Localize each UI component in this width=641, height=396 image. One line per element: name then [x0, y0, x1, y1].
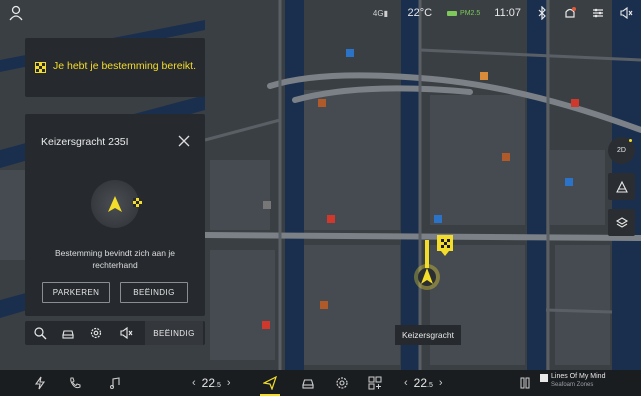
checkered-flag-icon	[133, 198, 142, 207]
track-artist: Seafoam Zones	[551, 382, 594, 388]
phone-icon[interactable]	[68, 376, 82, 390]
bottom-bar: ‹ 22.5 › ‹ 22.5 › Lines Of My Mind Seafo…	[0, 370, 641, 396]
destination-title: Keizersgracht 235I	[41, 136, 129, 148]
car-icon[interactable]	[301, 376, 315, 390]
destination-panel: Keizersgracht 235I Bestemming bevindt zi…	[25, 114, 205, 316]
car-icon	[447, 11, 458, 16]
destination-message-line: rechterhand	[92, 260, 138, 270]
gear-icon[interactable]	[89, 326, 103, 340]
vehicle-arrow-icon	[108, 196, 122, 212]
destination-side-message: Bestemming bevindt zich aan je rechterha…	[25, 247, 205, 271]
passenger-temperature-control: ‹ 22.5 ›	[404, 374, 443, 392]
energy-icon[interactable]	[33, 376, 47, 390]
chevron-right-icon[interactable]: ›	[439, 377, 443, 389]
status-bar: 4G ▮ 22°C PM2.5 11:07	[0, 0, 641, 26]
outside-temperature: 22°C	[407, 7, 433, 19]
chevron-left-icon[interactable]: ‹	[404, 377, 408, 389]
current-street-label: Keizersgracht	[395, 325, 461, 345]
end-navigation-button[interactable]: BEËINDIG	[120, 282, 188, 303]
mute-icon[interactable]	[119, 326, 133, 340]
view-mode-label: 2D	[617, 147, 626, 154]
album-art	[540, 374, 548, 382]
track-title: Lines Of My Mind	[551, 373, 606, 380]
close-icon[interactable]	[178, 135, 190, 147]
music-icon[interactable]	[108, 376, 122, 390]
compass-indicator	[629, 139, 632, 142]
settings-icon[interactable]	[591, 6, 605, 20]
passenger-temperature-value: 22.5	[413, 376, 433, 390]
park-button[interactable]: PARKEREN	[42, 282, 110, 303]
end-navigation-button[interactable]: BEËINDIG	[145, 321, 203, 345]
bluetooth-icon[interactable]	[535, 6, 549, 20]
map-perspective-button[interactable]	[608, 173, 635, 200]
air-quality-indicator: PM2.5	[446, 8, 480, 18]
pause-icon[interactable]	[518, 376, 532, 390]
navigation-icon[interactable]	[263, 376, 277, 390]
mute-icon[interactable]	[619, 6, 633, 20]
media-player[interactable]: Lines Of My Mind Seafoam Zones	[540, 372, 640, 396]
view-mode-toggle[interactable]: 2D	[608, 137, 635, 164]
driver-temperature-value: 22.5	[201, 376, 221, 390]
car-icon[interactable]	[61, 326, 75, 340]
checkered-flag-icon	[35, 62, 46, 73]
gear-icon[interactable]	[335, 376, 349, 390]
user-icon[interactable]	[9, 5, 23, 21]
signal-icon: 4G ▮	[372, 8, 388, 18]
destination-message-line: Bestemming bevindt zich aan je	[54, 248, 175, 258]
quick-toolbar: BEËINDIG	[25, 321, 205, 345]
arrival-message: Je hebt je bestemming bereikt.	[53, 60, 196, 72]
arrival-banner: Je hebt je bestemming bereikt.	[25, 38, 205, 97]
navigation-screen: 4G ▮ 22°C PM2.5 11:07 Je hebt je bestemmi…	[0, 0, 641, 396]
driver-temperature-control: ‹ 22.5 ›	[192, 374, 231, 392]
chevron-left-icon[interactable]: ‹	[192, 377, 196, 389]
layers-icon	[615, 216, 628, 228]
perspective-icon	[615, 180, 628, 193]
map-layers-button[interactable]	[608, 209, 635, 236]
chevron-right-icon[interactable]: ›	[227, 377, 231, 389]
notification-icon[interactable]	[563, 6, 577, 20]
apps-icon[interactable]	[368, 376, 382, 390]
search-icon[interactable]	[33, 326, 47, 340]
clock: 11:07	[494, 7, 521, 19]
